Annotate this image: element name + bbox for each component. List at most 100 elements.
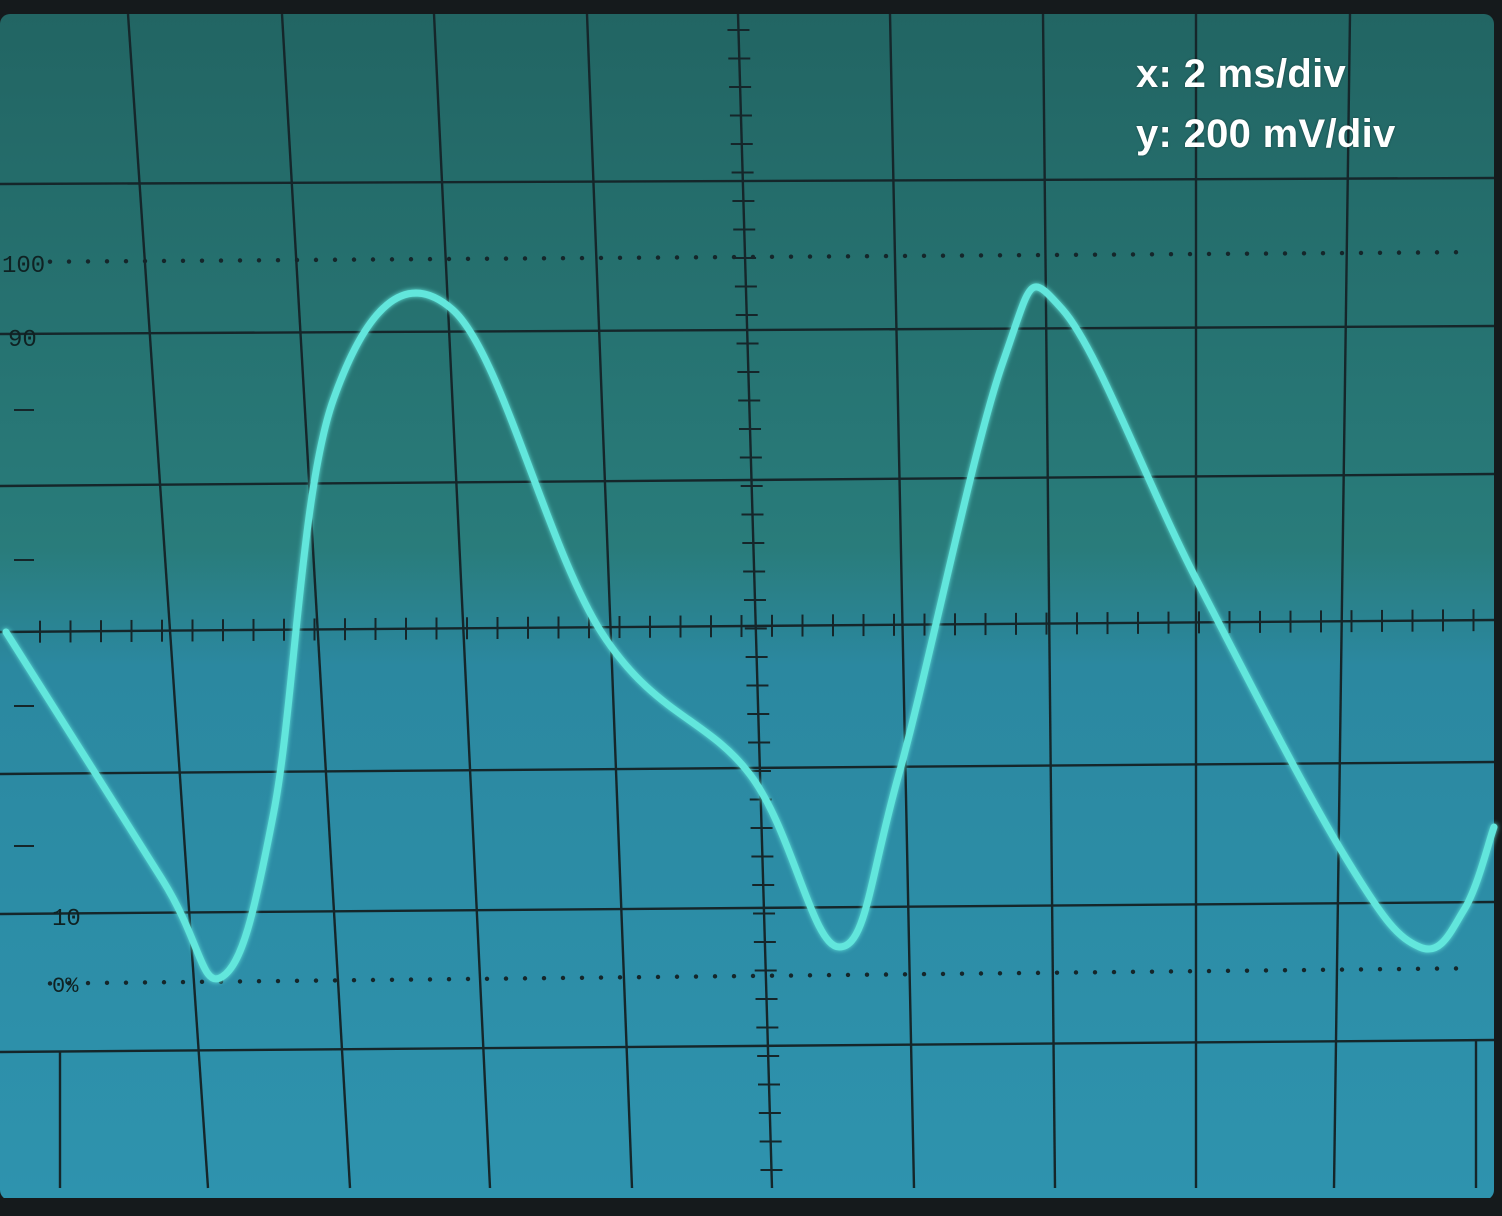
dotted-line-100-dot <box>389 257 395 262</box>
dotted-line-0-dot <box>845 972 851 978</box>
dotted-line-0-dot <box>598 975 604 980</box>
dotted-line-0-dot <box>1453 966 1459 971</box>
dotted-line-0-dot <box>1282 968 1288 973</box>
dotted-line-100-dot <box>845 254 851 259</box>
dotted-line-0-dot <box>180 979 186 985</box>
dotted-line-0-dot <box>997 971 1003 976</box>
dotted-line-100-dot <box>1054 252 1060 258</box>
dotted-line-0-dot <box>351 978 357 983</box>
dotted-line-0-dot <box>617 975 623 980</box>
voltage-scale-label: y: 200 mV/div <box>1136 112 1396 156</box>
dotted-line-0-dot <box>370 977 376 983</box>
dotted-line-0-dot <box>1035 970 1041 976</box>
dotted-line-0-dot <box>1358 967 1364 972</box>
dotted-line-100-dot <box>465 256 471 262</box>
dotted-line-100-dot <box>85 259 91 264</box>
screen-face <box>0 14 1494 1200</box>
dotted-line-0-dot <box>104 980 110 986</box>
dotted-line-100-dot <box>579 255 585 261</box>
graticule-label-100: 100 <box>2 253 45 280</box>
dotted-line-100-dot <box>864 253 870 259</box>
dotted-line-100-dot <box>1035 252 1041 258</box>
dotted-line-0-dot <box>1168 969 1174 974</box>
dotted-line-100-dot <box>883 253 889 259</box>
dotted-line-100-dot <box>598 255 604 261</box>
dotted-line-100-dot <box>180 258 186 263</box>
dotted-line-0-dot <box>1187 969 1193 974</box>
dotted-line-100-dot <box>370 257 376 262</box>
dotted-line-0-dot <box>465 976 471 982</box>
dotted-line-100-dot <box>940 253 946 258</box>
dotted-line-0-dot <box>85 980 91 986</box>
dotted-line-100-dot <box>1168 251 1174 257</box>
dotted-line-0-dot <box>1263 968 1269 973</box>
oscilloscope-screen: 100 90 10 0% x: 2 ms/div y: 200 mV/div <box>0 0 1502 1216</box>
dotted-line-100-dot <box>693 255 699 260</box>
dotted-line-0-dot <box>769 973 775 978</box>
dotted-line-100-dot <box>237 258 243 263</box>
dotted-line-100-dot <box>1225 251 1231 256</box>
dotted-line-0-dot <box>503 976 509 981</box>
dotted-line-0-dot <box>883 972 889 977</box>
dotted-line-100-dot <box>1453 250 1459 255</box>
dotted-line-0-dot <box>750 973 756 979</box>
dotted-line-0-dot <box>1434 966 1440 971</box>
dotted-line-100-dot <box>1282 251 1288 256</box>
dotted-line-100-dot <box>1149 252 1155 257</box>
dotted-line-100-dot <box>959 253 965 258</box>
dotted-line-100-dot <box>636 255 642 260</box>
dotted-line-0-dot <box>256 979 262 984</box>
dotted-line-0-dot <box>389 977 395 983</box>
dotted-line-100-dot <box>978 253 984 258</box>
scope-display: 100 90 10 0% <box>0 13 1502 1216</box>
graticule-label-0pct: 0% <box>52 974 79 999</box>
dotted-line-100-dot <box>655 255 661 260</box>
dotted-line-0-dot <box>1054 970 1060 975</box>
dotted-line-0-dot <box>522 976 528 981</box>
dotted-line-100-dot <box>807 254 813 259</box>
dotted-line-100-dot <box>674 255 680 260</box>
dotted-line-100-dot <box>142 258 148 264</box>
dotted-line-0-dot <box>731 973 737 979</box>
dotted-line-100-dot <box>104 259 110 264</box>
dotted-line-0-dot <box>332 978 338 983</box>
dotted-line-100-dot <box>617 255 623 261</box>
dotted-line-0-dot <box>788 973 794 978</box>
dotted-line-100-dot <box>1130 252 1136 257</box>
dotted-line-100-dot <box>902 253 908 259</box>
dotted-line-100-dot <box>332 257 338 262</box>
dotted-line-0-dot <box>712 974 718 979</box>
dotted-line-0-dot <box>484 976 490 981</box>
graticule-label-90: 90 <box>8 327 37 354</box>
dotted-line-0-dot <box>940 971 946 977</box>
dotted-line-100-dot <box>1434 250 1440 255</box>
dotted-line-0-dot <box>655 974 661 980</box>
dotted-line-100-dot <box>1301 251 1307 256</box>
dotted-line-0-dot <box>427 977 433 982</box>
screen-bezel-bottom <box>0 1198 1502 1216</box>
dotted-line-100-dot <box>1320 250 1326 256</box>
dotted-line-100-dot <box>123 258 129 264</box>
dotted-line-100-dot <box>769 254 775 260</box>
dotted-line-0-dot <box>1149 969 1155 974</box>
dotted-line-0-dot <box>579 975 585 980</box>
dotted-line-0-dot <box>560 975 566 981</box>
dotted-line-0-dot <box>1244 968 1250 973</box>
dotted-line-100-dot <box>997 253 1003 258</box>
dotted-line-100-dot <box>1358 250 1364 256</box>
time-scale-label: x: 2 ms/div <box>1136 52 1347 96</box>
dotted-line-100-dot <box>256 258 262 263</box>
dotted-line-0-dot <box>1396 966 1402 972</box>
dotted-line-0-dot <box>1130 969 1136 975</box>
dotted-line-100-dot <box>1206 251 1212 257</box>
dotted-line-0-dot <box>1339 967 1345 972</box>
dotted-line-100-dot <box>446 256 452 262</box>
dotted-line-100-dot <box>199 258 205 263</box>
dotted-line-0-dot <box>294 978 300 984</box>
graticule-label-10: 10 <box>52 906 81 933</box>
dotted-line-100-dot <box>408 257 414 262</box>
dotted-line-0-dot <box>959 971 965 976</box>
dotted-line-100-dot <box>484 256 490 261</box>
dotted-line-100-dot <box>47 259 53 264</box>
dotted-line-0-dot <box>636 974 642 980</box>
